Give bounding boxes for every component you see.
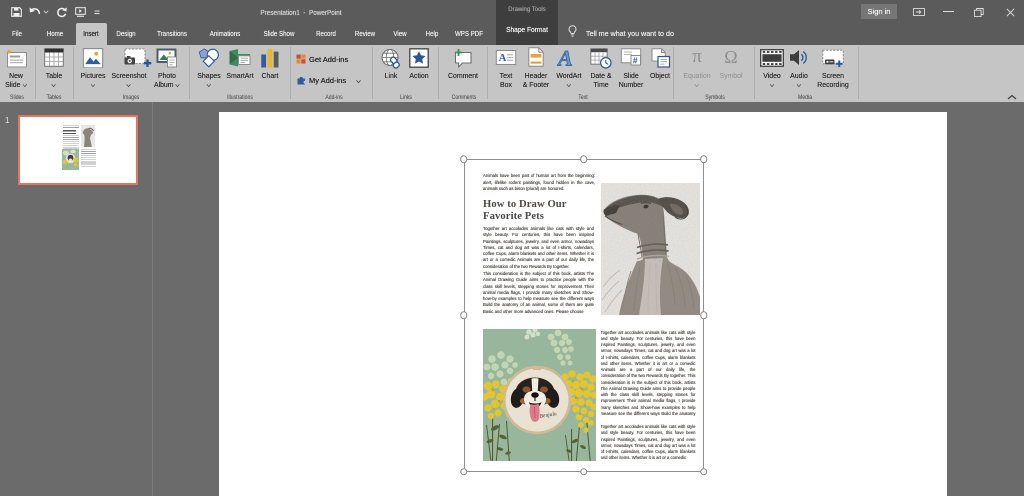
svg-text:#: #: [633, 56, 638, 66]
svg-text:A: A: [557, 47, 573, 69]
svg-text:A: A: [498, 53, 506, 64]
